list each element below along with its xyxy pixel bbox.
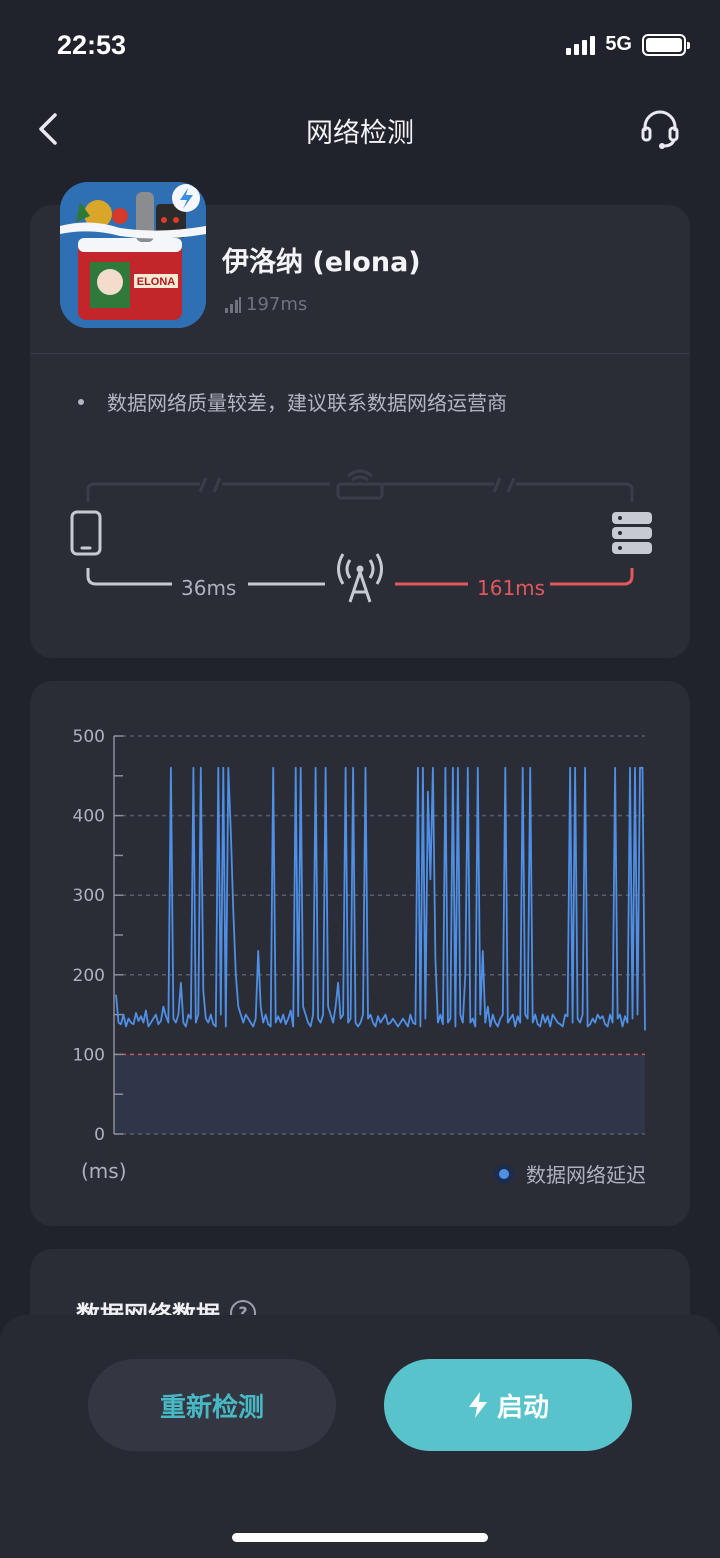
- tip-text: 数据网络质量较差，建议联系数据网络运营商: [107, 391, 507, 415]
- y-tick-label: 0: [94, 1125, 105, 1145]
- network-tip: 数据网络质量较差，建议联系数据网络运营商: [78, 387, 507, 416]
- cell-tower-icon: [337, 553, 383, 603]
- legend-marker: [494, 1163, 514, 1184]
- page-title: 网络检测: [306, 118, 414, 149]
- y-tick-label: 200: [73, 966, 105, 986]
- y-tick-label: 300: [73, 886, 105, 906]
- game-ping: 197ms: [224, 294, 307, 315]
- ping-value: 197ms: [246, 294, 308, 315]
- network-type: 5G: [605, 33, 632, 55]
- game-card: ELONA 伊洛纳 (elona) 197ms 数据网络质量较差，建议联系数据网…: [30, 182, 690, 658]
- chart-legend: 数据网络延迟: [494, 1159, 646, 1188]
- route-diagram-graphic: [70, 469, 652, 603]
- retest-button[interactable]: 重新检测: [88, 1359, 336, 1451]
- divider: [30, 353, 690, 354]
- start-button[interactable]: 启动: [384, 1359, 632, 1451]
- lightning-icon: [468, 1392, 487, 1418]
- battery-icon: [642, 33, 690, 56]
- home-indicator: [232, 1533, 488, 1542]
- bullet-dot: [78, 398, 84, 405]
- latency-chart: 500 400 300 200 100 0: [73, 727, 646, 1145]
- phone-icon: [70, 510, 102, 556]
- latency-chart-card: 500 400 300 200 100 0 (ms) 数据网络延迟: [30, 681, 690, 1226]
- status-time: 22:53: [57, 30, 127, 60]
- ping-signal-icon: [225, 296, 241, 313]
- start-label: 启动: [496, 1392, 549, 1423]
- y-tick-label: 400: [73, 807, 105, 827]
- icon-label: ELONA: [137, 276, 176, 288]
- y-tick-label: 500: [73, 727, 105, 747]
- legend-label: 数据网络延迟: [526, 1163, 646, 1187]
- cellular-signal-icon: [566, 35, 596, 55]
- status-bar: 22:53 5G: [0, 0, 720, 90]
- game-artwork: ELONA: [60, 182, 206, 328]
- router-icon: [336, 469, 384, 500]
- retest-label: 重新检测: [159, 1392, 264, 1423]
- navigation-bar: 网络检测: [0, 95, 720, 161]
- status-indicators: 5G: [566, 33, 690, 56]
- device-to-tower-latency: 36ms: [181, 576, 237, 600]
- headset-support-icon[interactable]: [638, 107, 682, 151]
- route-diagram: 36ms 161ms: [30, 450, 690, 620]
- y-tick-label: 100: [73, 1045, 105, 1065]
- tower-to-server-latency: 161ms: [477, 576, 546, 600]
- game-app-icon[interactable]: ELONA: [60, 182, 206, 328]
- game-name: 伊洛纳 (elona): [222, 247, 421, 278]
- latency-series-line: [115, 766, 646, 1031]
- threshold-area: [114, 1054, 645, 1134]
- server-icon: [612, 512, 652, 554]
- y-axis-unit: (ms): [81, 1159, 127, 1183]
- bottom-action-panel: 重新检测 启动: [0, 1315, 720, 1558]
